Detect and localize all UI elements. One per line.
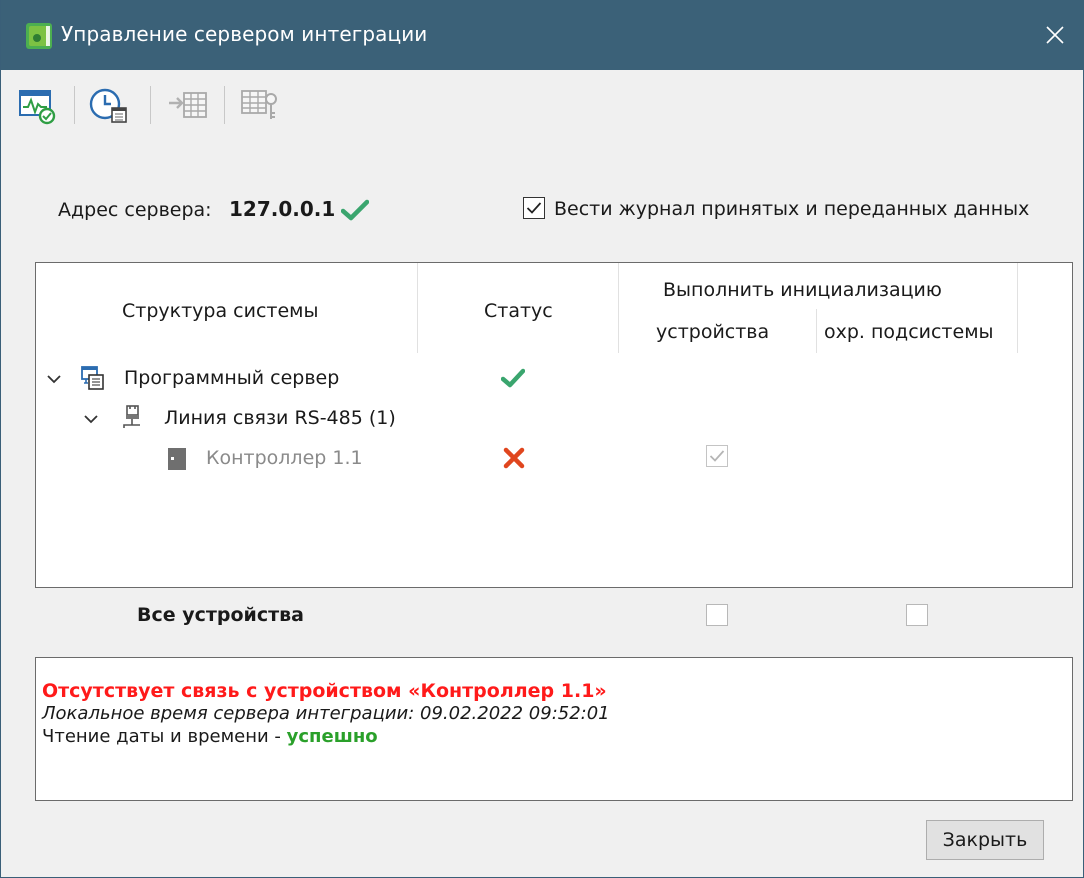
column-header-structure[interactable]: Структура системы xyxy=(122,300,319,322)
system-structure-tree[interactable]: Структура системы Статус Выполнить иници… xyxy=(35,262,1073,588)
log-data-label[interactable]: Вести журнал принятых и переданных данны… xyxy=(554,198,1029,220)
node-label-controller: Контроллер 1.1 xyxy=(206,447,363,469)
title-bar: Управление сервером интеграции xyxy=(1,0,1084,70)
all-devices-label: Все устройства xyxy=(137,604,304,626)
chevron-down-icon[interactable] xyxy=(44,369,64,389)
checkmark-icon xyxy=(341,199,369,221)
log-data-checkbox[interactable] xyxy=(523,197,545,219)
message-local-time: Локальное время сервера интеграции: 09.0… xyxy=(42,703,610,724)
close-button[interactable]: Закрыть xyxy=(926,820,1044,860)
window-close-button[interactable] xyxy=(1025,0,1084,70)
app-icon xyxy=(26,23,52,49)
close-icon xyxy=(1046,26,1064,44)
server-address-label: Адрес сервера: xyxy=(58,199,212,221)
node-label-rs485-line: Линия связи RS-485 (1) xyxy=(164,407,396,429)
column-header-init-subsystems[interactable]: охр. подсистемы xyxy=(824,321,994,343)
monitor-refresh-icon xyxy=(19,90,56,125)
import-grid-button[interactable] xyxy=(163,82,211,128)
toolbar-separator xyxy=(224,86,225,124)
all-devices-init-devices-checkbox[interactable] xyxy=(706,604,728,626)
node-label-software-server: Программный сервер xyxy=(124,367,340,389)
tree-row-rs485-line[interactable]: Линия связи RS-485 (1) xyxy=(36,399,1072,439)
clock-calendar-icon xyxy=(89,88,127,123)
message-log[interactable]: Отсутствует связь с устройством «Контрол… xyxy=(35,657,1073,801)
window-title: Управление сервером интеграции xyxy=(61,22,428,46)
checkmark-icon xyxy=(501,368,525,388)
column-divider xyxy=(618,263,619,353)
message-read-datetime: Чтение даты и времени - успешно xyxy=(42,726,378,747)
tree-row-software-server[interactable]: Программный сервер xyxy=(36,359,1072,399)
message-read-datetime-status: успешно xyxy=(286,726,378,747)
column-header-init-devices[interactable]: устройства xyxy=(656,321,769,343)
toolbar-separator xyxy=(150,86,151,124)
check-icon xyxy=(526,202,542,214)
check-icon xyxy=(709,450,725,462)
chevron-down-icon[interactable] xyxy=(81,409,101,429)
integration-server-dialog: Управление сервером интеграции Адрес сер… xyxy=(0,0,1084,878)
monitor-refresh-button[interactable] xyxy=(13,82,61,128)
column-header-status[interactable]: Статус xyxy=(484,300,553,322)
import-grid-icon xyxy=(169,92,207,118)
column-divider xyxy=(816,309,817,353)
tree-row-controller[interactable]: Контроллер 1.1 xyxy=(36,439,1072,479)
message-connection-error: Отсутствует связь с устройством «Контрол… xyxy=(42,680,607,702)
error-cross-icon xyxy=(503,447,525,469)
clock-calendar-button[interactable] xyxy=(85,82,133,128)
column-header-init-group: Выполнить инициализацию xyxy=(663,279,942,301)
toolbar-separator xyxy=(74,86,75,124)
column-divider xyxy=(417,263,418,353)
server-icon xyxy=(81,366,104,390)
all-devices-init-subsystems-checkbox[interactable] xyxy=(906,604,928,626)
connector-icon xyxy=(123,405,140,428)
controller-icon xyxy=(168,448,186,470)
toolbar xyxy=(1,70,1084,136)
grid-key-button[interactable] xyxy=(235,82,283,128)
init-devices-checkbox-controller[interactable] xyxy=(706,445,728,467)
column-divider xyxy=(1017,263,1018,353)
message-read-datetime-prefix: Чтение даты и времени - xyxy=(42,726,287,747)
server-address-value: 127.0.0.1 xyxy=(229,197,336,221)
grid-key-icon xyxy=(241,90,277,119)
